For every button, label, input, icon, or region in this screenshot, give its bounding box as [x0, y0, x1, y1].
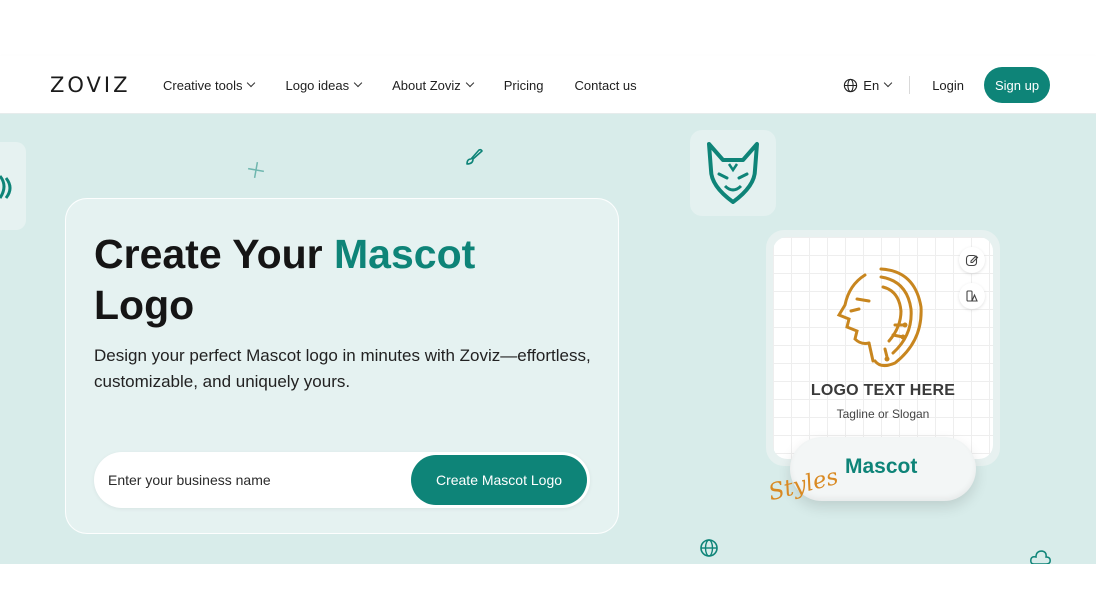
- lion-mascot-logo: [836, 267, 923, 368]
- header-actions: En Login Sign up: [843, 67, 1050, 103]
- shapes-icon: [966, 290, 978, 302]
- hero-title: Create Your Mascot Logo: [94, 229, 594, 331]
- main-nav: Creative tools Logo ideas About Zoviz Pr…: [163, 56, 668, 114]
- hero-card: Create Your Mascot Logo Design your perf…: [65, 198, 619, 534]
- hero-subtitle: Design your perfect Mascot logo in minut…: [94, 346, 591, 391]
- nav-logo-ideas-label: Logo ideas: [285, 77, 350, 93]
- hero-section: Create Your Mascot Logo Design your perf…: [0, 114, 1096, 564]
- cloud-icon: [1030, 550, 1051, 564]
- hero-title-accent: Mascot: [334, 231, 476, 277]
- nav-contact-us-label: Contact us: [574, 77, 637, 93]
- side-logo-tile: [0, 142, 26, 230]
- nav-logo-ideas[interactable]: Logo ideas: [285, 77, 363, 93]
- nav-about-zoviz[interactable]: About Zoviz: [392, 77, 475, 93]
- business-name-input[interactable]: [108, 452, 398, 508]
- preview-logo-text: LOGO TEXT HERE: [810, 382, 956, 399]
- hero-title-part2: Logo: [94, 282, 195, 328]
- nav-contact-us[interactable]: Contact us: [575, 78, 637, 93]
- chevron-down-icon: [247, 78, 256, 88]
- logo-preview-card: LOGO TEXT HERE Tagline or Slogan: [773, 237, 993, 459]
- preview-tagline: Tagline or Slogan: [836, 407, 930, 421]
- chevron-down-icon: [465, 78, 475, 88]
- fox-icon: [707, 142, 759, 204]
- chevron-down-icon: [353, 78, 363, 88]
- nav-pricing-label: Pricing: [503, 77, 544, 93]
- site-header: ZOVIZ Creative tools Logo ideas About Zo…: [0, 56, 1096, 114]
- login-link[interactable]: Login: [932, 78, 964, 93]
- sparkle-icon: [247, 161, 265, 179]
- brush-icon: [466, 148, 483, 165]
- create-mascot-logo-button[interactable]: Create Mascot Logo: [411, 455, 587, 505]
- style-name: Mascot: [845, 455, 918, 478]
- hero-title-part1: Create Your: [94, 231, 335, 277]
- language-label: En: [863, 77, 880, 93]
- header-divider: [909, 76, 911, 94]
- logo-text: ZOVIZ: [50, 73, 131, 97]
- globe-icon: [844, 78, 858, 92]
- globe-icon: [700, 539, 718, 557]
- shapes-button[interactable]: [959, 283, 985, 309]
- zoviz-logo[interactable]: ZOVIZ: [50, 73, 131, 97]
- nav-creative-tools-label: Creative tools: [163, 77, 243, 93]
- signup-button[interactable]: Sign up: [984, 67, 1050, 103]
- nav-creative-tools[interactable]: Creative tools: [163, 77, 256, 93]
- nav-about-zoviz-label: About Zoviz: [392, 77, 461, 93]
- fox-mascot-tile: [690, 130, 776, 216]
- edit-button[interactable]: [959, 247, 985, 273]
- edit-icon: [965, 254, 979, 267]
- nav-pricing[interactable]: Pricing: [504, 78, 544, 93]
- language-selector[interactable]: En: [843, 77, 893, 93]
- leaf-icon: [0, 175, 12, 199]
- business-name-form: Create Mascot Logo: [94, 452, 590, 508]
- chevron-down-icon: [883, 78, 893, 88]
